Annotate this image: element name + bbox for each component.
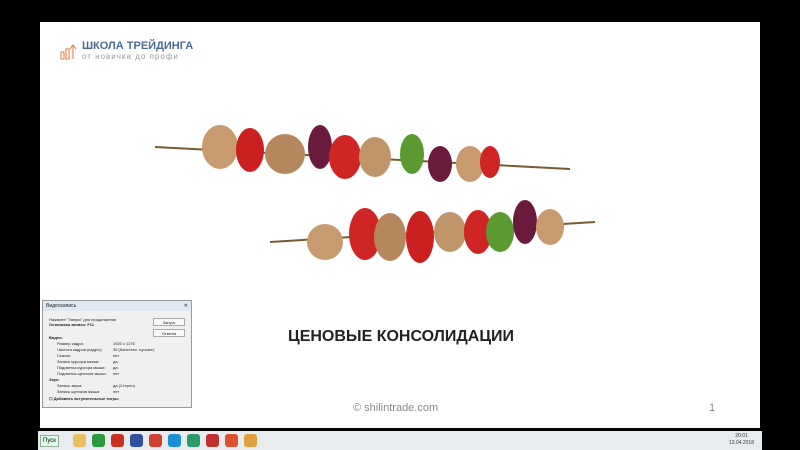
setting-value: 30 (Качество: лучшее) [113, 347, 155, 352]
intro-checkbox-label: Добавить вступительные титры [53, 396, 119, 401]
taskbar: Пуск 20:01 13.04.2018 [38, 431, 762, 450]
setting-value: да (Стерео) [113, 383, 135, 388]
setting-label: Подсветка курсора мыши: [57, 365, 106, 370]
app-icon[interactable] [110, 434, 124, 447]
audio-header: Звук: [49, 377, 60, 382]
close-button[interactable]: ✕ [184, 303, 188, 309]
utorrent-icon[interactable] [91, 434, 105, 447]
growth-chart-icon [60, 43, 77, 59]
clock[interactable]: 20:01 13.04.2018 [729, 433, 754, 447]
setting-label: Запись курсора мыши: [57, 359, 100, 364]
save-icon[interactable] [129, 434, 143, 447]
setting-label: Частота кадров (кадр/с): [57, 347, 103, 352]
logo: ШКОЛА ТРЕЙДИНГА от новичка до профи [60, 40, 193, 61]
chrome-alt-icon[interactable] [205, 434, 219, 447]
page-number: 1 [709, 402, 716, 414]
search-app-icon[interactable] [186, 434, 200, 447]
start-button[interactable]: Пуск [40, 434, 59, 447]
setting-label: Запись звука: [57, 383, 83, 388]
skype-icon[interactable] [167, 434, 181, 447]
setting-label: Запись щелчков мыши: [57, 389, 101, 394]
start-button[interactable]: Запуск [153, 318, 185, 326]
setting-label: Размер кадра: [57, 341, 84, 346]
logo-subtitle: от новичка до профи [82, 52, 179, 61]
media-icon[interactable] [243, 434, 257, 447]
setting-label: Подсветка щелчков мыши: [57, 371, 107, 376]
video-header: Видео: [49, 335, 63, 340]
recording-dialog: Видеозапись ✕ Нажмите "Запуск" для продол… [42, 300, 192, 408]
date: 13.04.2018 [728, 440, 754, 446]
folder-icon[interactable] [72, 434, 86, 447]
dialog-title: Видеозапись [46, 303, 77, 309]
slide-title: ЦЕНОВЫЕ КОНСОЛИДАЦИИ [288, 328, 515, 345]
setting-value: нет [113, 371, 120, 376]
setting-value: 1920 x 1176 [113, 341, 135, 346]
logo-title: ШКОЛА ТРЕЙДИНГА [82, 40, 194, 52]
presentation-icon[interactable] [224, 434, 238, 447]
setting-value: да [113, 359, 118, 364]
stop-hotkey: Остановка записи: F11 [49, 322, 95, 327]
chrome-icon[interactable] [148, 434, 162, 447]
slide-footer: © shilintrade.com [353, 402, 439, 414]
time: 20:01 [735, 433, 748, 439]
setting-value: нет [113, 389, 120, 394]
skewers-image [154, 125, 596, 263]
cancel-button[interactable]: Отмена [153, 329, 185, 337]
setting-value: да [113, 365, 118, 370]
setting-label: Скачок: [57, 353, 72, 358]
setting-value: нет [113, 353, 120, 358]
intro-checkbox[interactable]: ☐ Добавить вступительные титры [49, 396, 119, 401]
